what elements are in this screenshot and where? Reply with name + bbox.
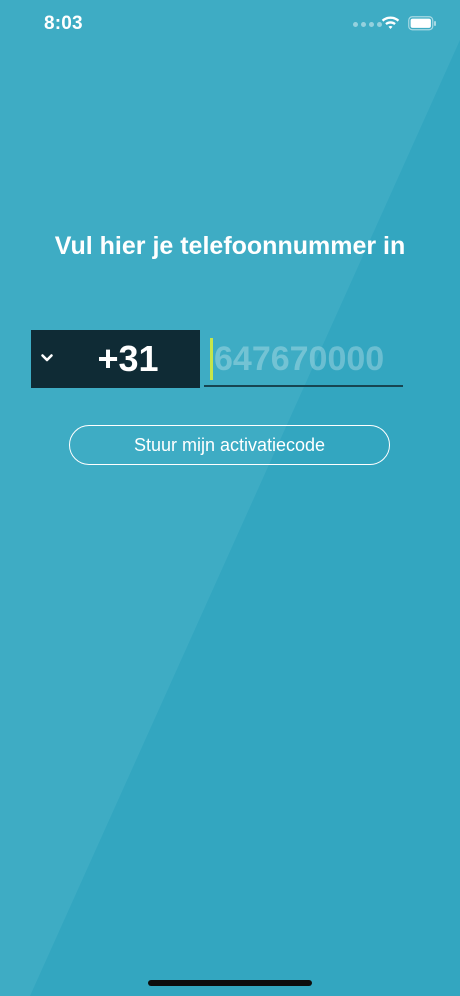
status-time: 8:03: [44, 13, 83, 34]
battery-icon: [408, 16, 436, 31]
cellular-signal-icon: [353, 22, 382, 27]
phone-input-underline: [204, 385, 403, 387]
background-diagonal-shape: [0, 0, 460, 996]
text-cursor: [210, 338, 213, 380]
country-code-label[interactable]: +31: [70, 334, 186, 384]
phone-registration-screen: 8:03 Vul hier je telefoonnummer in +31 S…: [0, 0, 460, 996]
status-bar: 8:03: [0, 0, 460, 50]
page-title: Vul hier je telefoonnummer in: [54, 232, 406, 260]
wifi-icon: [381, 16, 400, 29]
chevron-down-icon[interactable]: [40, 351, 54, 365]
phone-number-field[interactable]: [204, 334, 403, 387]
phone-number-input[interactable]: [204, 334, 403, 384]
send-activation-code-button[interactable]: Stuur mijn activatiecode: [69, 425, 390, 465]
home-indicator[interactable]: [148, 980, 312, 986]
